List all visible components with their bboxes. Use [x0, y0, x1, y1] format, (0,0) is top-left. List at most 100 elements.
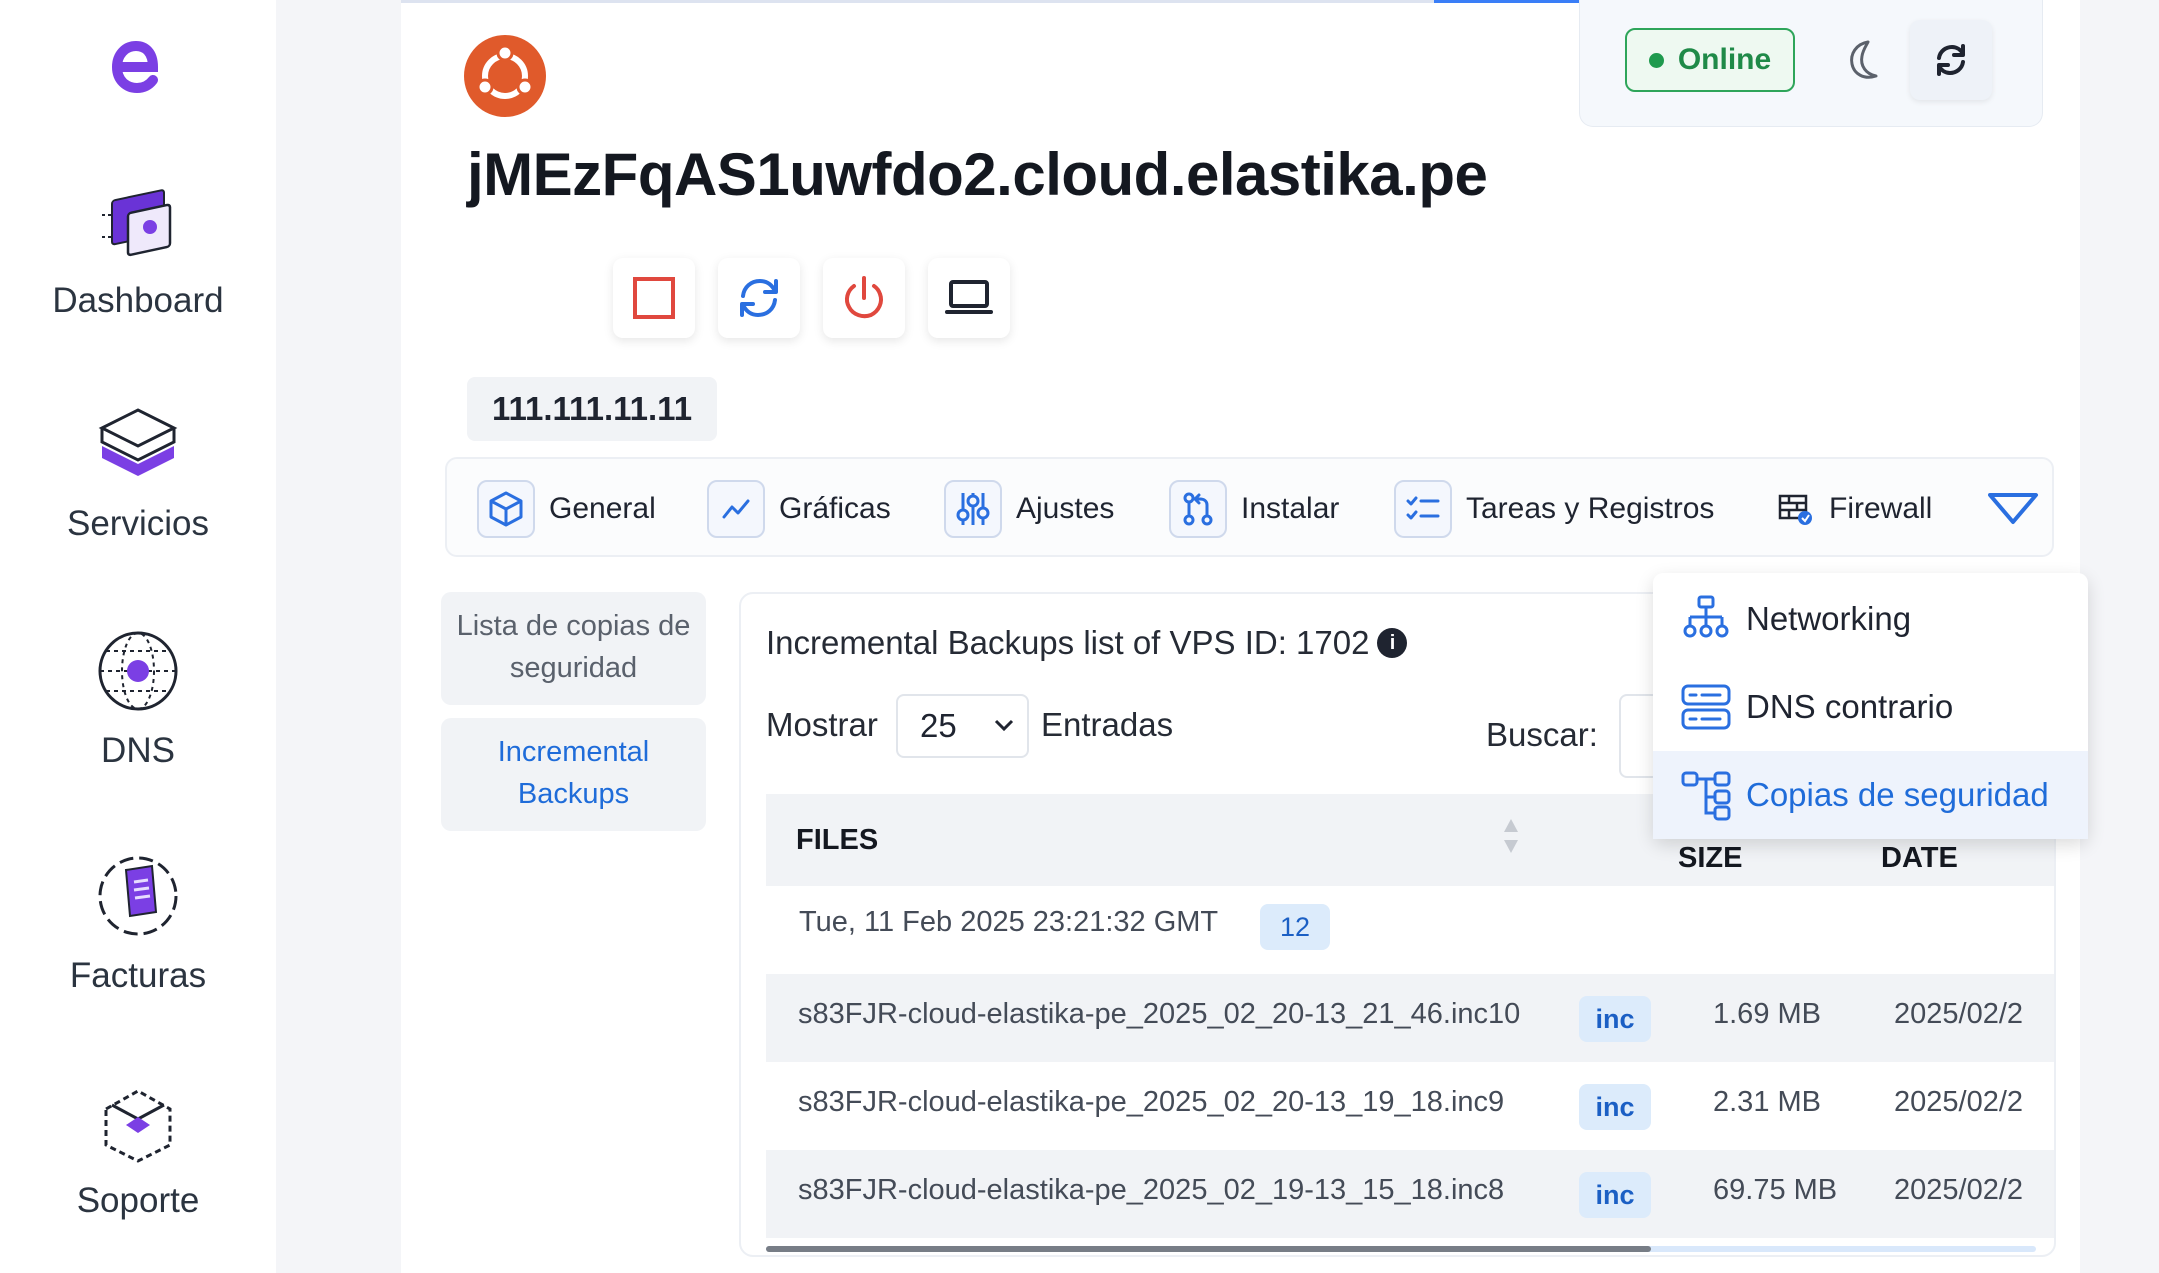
file-size: 69.75 MB [1713, 1174, 1838, 1206]
restart-button[interactable] [718, 258, 800, 338]
subnav-label: Lista de copias de seguridad [456, 610, 691, 684]
stop-icon [633, 277, 675, 319]
page-size-select[interactable]: 25 [896, 694, 1029, 758]
tab-general[interactable]: General [477, 479, 656, 539]
ubuntu-icon [464, 35, 546, 117]
status-box: Online [1579, 0, 2043, 127]
status-badge: Online [1625, 28, 1795, 92]
server-stack-icon [1681, 684, 1731, 730]
tab-label: General [549, 492, 656, 525]
power-button[interactable] [823, 258, 905, 338]
refresh-button[interactable] [1910, 20, 1992, 100]
ip-address-badge[interactable]: 111.111.11.11 [467, 377, 717, 441]
card-title: Incremental Backups list of VPS ID: 1702… [766, 624, 1408, 662]
tab-bar: General Gráficas Ajustes Instalar Tareas… [445, 457, 2054, 557]
git-icon [1169, 480, 1227, 538]
type-badge: inc [1579, 1172, 1651, 1218]
type-badge: inc [1579, 996, 1651, 1042]
chevron-down-icon [1988, 493, 2038, 524]
sort-icon[interactable] [1501, 816, 1521, 856]
search-label: Buscar: [1486, 716, 1598, 753]
subnav-label: Incremental Backups [497, 736, 650, 810]
column-files[interactable]: FILES [796, 824, 878, 857]
sidebar-item-servicios[interactable]: Servicios [0, 398, 276, 544]
sidebar-item-label: Servicios [67, 504, 209, 543]
file-date: 2025/02/2 [1894, 998, 2024, 1030]
page-title: jMEzFqAS1uwfdo2.cloud.elastika.pe [467, 141, 1488, 208]
info-icon[interactable]: i [1377, 628, 1408, 658]
dashboard-icon [102, 189, 172, 257]
menu-item-label: DNS contrario [1746, 688, 1954, 725]
file-name: s83FJR-cloud-elastika-pe_2025_02_20-13_1… [798, 1086, 1505, 1118]
menu-item-dns-contrario[interactable]: DNS contrario [1653, 663, 2088, 751]
sidebar-item-facturas[interactable]: Facturas [0, 850, 276, 996]
table-group-row: Tue, 11 Feb 2025 23:21:32 GMT 12 [766, 886, 2054, 974]
group-count-badge: 12 [1260, 904, 1330, 950]
tab-label: Gráficas [779, 492, 891, 525]
firewall-icon [1775, 480, 1815, 538]
tab-label: Firewall [1829, 492, 1933, 525]
file-name: s83FJR-cloud-elastika-pe_2025_02_20-13_2… [798, 998, 1521, 1030]
file-date: 2025/02/2 [1894, 1174, 2024, 1206]
chevron-down-icon [994, 719, 1014, 732]
table-row[interactable]: s83FJR-cloud-elastika-pe_2025_02_19-13_1… [766, 1150, 2054, 1238]
menu-item-label: Networking [1746, 600, 1912, 637]
subnav-incremental-backups[interactable]: Incremental Backups [441, 718, 706, 831]
console-button[interactable] [928, 258, 1010, 338]
type-badge: inc [1579, 1084, 1651, 1130]
entries-label: Entradas [1041, 706, 1174, 743]
tab-instalar[interactable]: Instalar [1169, 479, 1339, 539]
status-label: Online [1677, 43, 1772, 76]
network-icon [1683, 595, 1729, 638]
horizontal-scrollbar[interactable] [766, 1246, 2036, 1252]
column-date[interactable]: DATE [1881, 842, 1958, 875]
menu-item-networking[interactable]: Networking [1653, 575, 2088, 663]
cube-icon [477, 480, 535, 538]
subnav-backup-list[interactable]: Lista de copias de seguridad [441, 592, 706, 705]
sidebar-item-label: Facturas [69, 956, 207, 995]
power-icon [844, 276, 883, 319]
elastika-logo-icon[interactable] [105, 30, 165, 100]
laptop-icon [945, 280, 993, 314]
tab-label: Ajustes [1016, 492, 1115, 525]
sidebar-item-label: Dashboard [52, 281, 224, 320]
tabs-more-button[interactable] [1987, 479, 2039, 539]
tab-ajustes[interactable]: Ajustes [944, 479, 1114, 539]
sidebar-item-dashboard[interactable]: Dashboard [0, 175, 276, 321]
tab-firewall[interactable]: Firewall [1775, 479, 1932, 539]
table-row[interactable]: s83FJR-cloud-elastika-pe_2025_02_20-13_2… [766, 974, 2054, 1062]
card-title-text: Incremental Backups list of VPS ID: 1702 [766, 624, 1370, 661]
globe-icon [98, 631, 178, 711]
tab-graficas[interactable]: Gráficas [707, 479, 891, 539]
restart-icon [740, 278, 778, 318]
sidebar-item-soporte[interactable]: Soporte [0, 1075, 276, 1221]
page-size-value: 25 [920, 707, 957, 744]
invoice-icon [98, 856, 178, 936]
file-size: 1.69 MB [1713, 998, 1821, 1030]
checklist-icon [1394, 480, 1452, 538]
group-date: Tue, 11 Feb 2025 23:21:32 GMT [799, 906, 1219, 938]
stop-button[interactable] [613, 258, 695, 338]
backup-tree-icon [1681, 771, 1731, 821]
show-label: Mostrar [766, 706, 878, 743]
tab-tareas-registros[interactable]: Tareas y Registros [1394, 479, 1714, 539]
menu-item-copias-seguridad[interactable]: Copias de seguridad [1653, 751, 2088, 839]
sidebar-item-dns[interactable]: DNS [0, 625, 276, 771]
sliders-icon [944, 480, 1002, 538]
sidebar-item-label: DNS [101, 731, 175, 770]
status-dot-icon [1648, 52, 1664, 68]
scrollbar-thumb[interactable] [766, 1246, 1651, 1252]
table-row[interactable]: s83FJR-cloud-elastika-pe_2025_02_20-13_1… [766, 1062, 2054, 1150]
tab-label: Tareas y Registros [1466, 492, 1715, 525]
servers-icon [98, 408, 178, 476]
sidebar: Dashboard Servicios DNS Facturas Soporte [0, 0, 276, 1273]
moon-icon[interactable] [1838, 34, 1888, 88]
tab-label: Instalar [1241, 492, 1340, 525]
file-date: 2025/02/2 [1894, 1086, 2024, 1118]
menu-item-label: Copias de seguridad [1746, 776, 2049, 813]
support-icon [104, 1089, 172, 1163]
file-name: s83FJR-cloud-elastika-pe_2025_02_19-13_1… [798, 1174, 1505, 1206]
file-size: 2.31 MB [1713, 1086, 1821, 1118]
column-size[interactable]: SIZE [1678, 842, 1742, 875]
sidebar-item-label: Soporte [76, 1181, 200, 1220]
